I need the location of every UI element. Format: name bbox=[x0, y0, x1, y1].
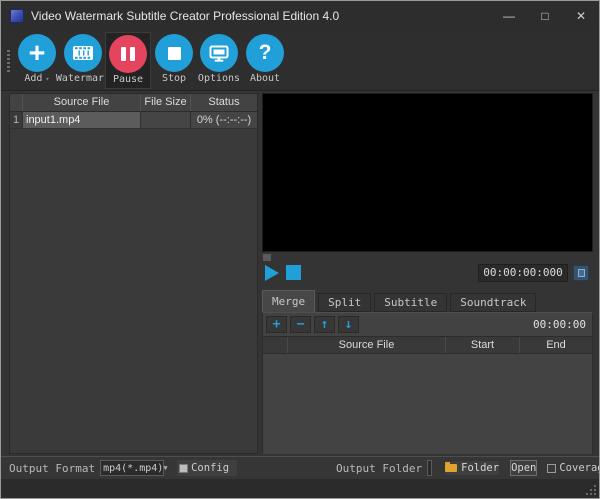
output-folder-input[interactable]: D:/VideoOutput bbox=[427, 460, 432, 476]
row-number: 1 bbox=[10, 112, 22, 128]
add-label: Add bbox=[24, 73, 42, 84]
coverage-checkbox[interactable]: Coverage bbox=[547, 462, 600, 474]
coverage-label: Coverage bbox=[559, 462, 600, 474]
toolbar-grip[interactable] bbox=[7, 50, 10, 72]
output-folder-label: Output Folder bbox=[336, 462, 422, 475]
folder-icon bbox=[445, 464, 457, 472]
about-button[interactable]: ? About bbox=[242, 32, 288, 89]
stop-playback-icon[interactable] bbox=[286, 265, 301, 280]
chevron-down-icon: ▼ bbox=[163, 464, 167, 472]
tab-split[interactable]: Split bbox=[318, 293, 371, 312]
file-size-column-header[interactable]: File Size bbox=[140, 94, 190, 111]
snapshot-icon[interactable] bbox=[573, 265, 589, 281]
table-row[interactable]: 1 input1.mp4 0% (--:--:--) bbox=[10, 112, 257, 129]
source-file-cell[interactable]: input1.mp4 bbox=[22, 112, 140, 128]
minimize-button[interactable]: — bbox=[491, 1, 527, 31]
pause-icon bbox=[121, 47, 135, 61]
merge-table-header: Source File Start End bbox=[263, 336, 592, 354]
merge-start-column-header[interactable]: Start bbox=[445, 337, 519, 353]
source-file-table: Source File File Size Status 1 input1.mp… bbox=[9, 93, 258, 454]
plus-icon: + bbox=[29, 40, 45, 66]
playback-controls: 00:00:00:000 bbox=[262, 264, 593, 284]
coverage-checkbox-icon[interactable] bbox=[547, 464, 556, 473]
move-down-button[interactable]: ↓ bbox=[338, 316, 359, 333]
add-dropdown-icon: ▾ bbox=[45, 75, 49, 83]
folder-button[interactable]: Folder bbox=[444, 460, 500, 476]
stop-icon bbox=[168, 47, 181, 60]
output-format-select[interactable]: mp4(*.mp4) ▼ bbox=[100, 460, 164, 476]
main-toolbar: + Add▾ Watermark Pause Stop bbox=[1, 31, 599, 91]
remove-item-button[interactable]: − bbox=[290, 316, 311, 333]
watermark-button[interactable]: Watermark bbox=[60, 32, 106, 89]
seek-handle[interactable] bbox=[263, 254, 271, 261]
play-icon[interactable] bbox=[265, 265, 279, 281]
file-size-cell bbox=[140, 112, 190, 128]
title-bar: Video Watermark Subtitle Creator Profess… bbox=[1, 1, 599, 31]
merge-table-body bbox=[263, 354, 592, 454]
watermark-label: Watermark bbox=[56, 73, 110, 84]
about-label: About bbox=[250, 73, 280, 84]
row-number-header bbox=[263, 337, 287, 353]
status-column-header[interactable]: Status bbox=[190, 94, 257, 111]
window-controls: — □ ✕ bbox=[491, 1, 599, 31]
monitor-icon bbox=[209, 45, 229, 62]
status-cell: 0% (--:--:--) bbox=[190, 112, 257, 128]
app-icon bbox=[10, 9, 24, 23]
merge-toolbar: + − ↑ ↓ 00:00:00 bbox=[263, 313, 592, 336]
maximize-button[interactable]: □ bbox=[527, 1, 563, 31]
config-label: Config bbox=[191, 462, 229, 474]
source-file-column-header[interactable]: Source File bbox=[22, 94, 140, 111]
app-window: Video Watermark Subtitle Creator Profess… bbox=[0, 0, 600, 499]
merge-panel: + − ↑ ↓ 00:00:00 Source File Start End bbox=[262, 312, 593, 454]
pause-label: Pause bbox=[113, 74, 143, 85]
folder-button-label: Folder bbox=[461, 462, 499, 474]
tab-subtitle[interactable]: Subtitle bbox=[374, 293, 447, 312]
options-label: Options bbox=[198, 73, 240, 84]
tab-merge[interactable]: Merge bbox=[262, 290, 315, 312]
tab-soundtrack[interactable]: Soundtrack bbox=[450, 293, 536, 312]
add-item-button[interactable]: + bbox=[266, 316, 287, 333]
stop-button[interactable]: Stop bbox=[151, 32, 197, 89]
stop-label: Stop bbox=[162, 73, 186, 84]
bottom-bar: Output Format mp4(*.mp4) ▼ Config Output… bbox=[1, 456, 599, 479]
merge-total-time: 00:00:00 bbox=[533, 318, 589, 331]
close-button[interactable]: ✕ bbox=[563, 1, 599, 31]
output-format-value: mp4(*.mp4) bbox=[103, 463, 163, 474]
resize-grip[interactable] bbox=[584, 483, 596, 495]
footer-strip bbox=[1, 479, 599, 498]
merge-end-column-header[interactable]: End bbox=[519, 337, 592, 353]
config-checkbox-icon[interactable] bbox=[179, 464, 188, 473]
pause-button[interactable]: Pause bbox=[105, 32, 151, 89]
open-button[interactable]: Open bbox=[510, 460, 537, 476]
playback-time: 00:00:00:000 bbox=[478, 264, 568, 282]
file-table-header: Source File File Size Status bbox=[10, 94, 257, 112]
open-button-label: Open bbox=[511, 462, 536, 474]
tab-bar: Merge Split Subtitle Soundtrack bbox=[262, 290, 593, 312]
video-preview bbox=[262, 93, 593, 252]
question-icon: ? bbox=[259, 41, 272, 65]
output-format-label: Output Format bbox=[9, 462, 95, 475]
merge-source-column-header[interactable]: Source File bbox=[287, 337, 445, 353]
row-number-header bbox=[10, 94, 22, 111]
preview-panel: 00:00:00:000 Merge Split Subtitle Soundt… bbox=[262, 93, 593, 454]
window-title: Video Watermark Subtitle Creator Profess… bbox=[31, 9, 339, 23]
config-checkbox[interactable]: Config bbox=[177, 460, 237, 476]
options-button[interactable]: Options bbox=[196, 32, 242, 89]
add-button[interactable]: + Add▾ bbox=[14, 32, 60, 89]
film-icon bbox=[72, 45, 94, 61]
move-up-button[interactable]: ↑ bbox=[314, 316, 335, 333]
